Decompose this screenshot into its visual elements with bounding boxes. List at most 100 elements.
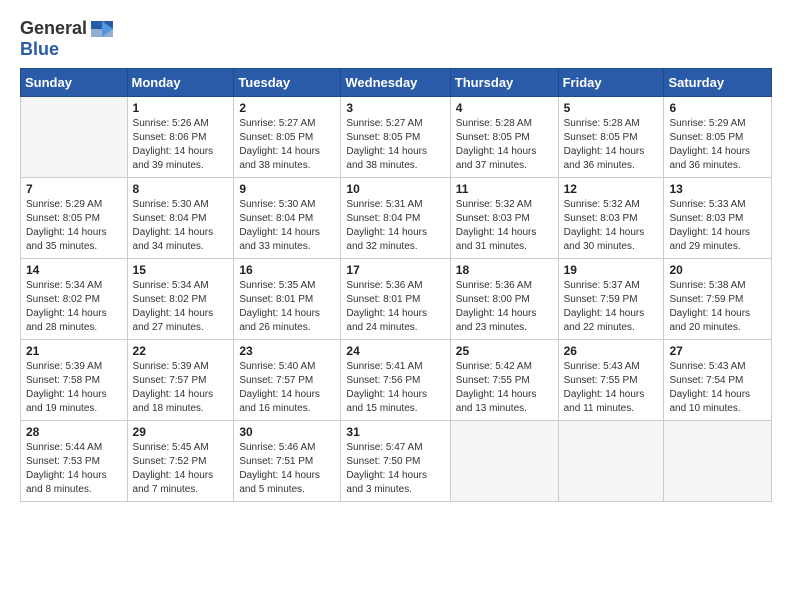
day-number: 13 <box>669 182 766 196</box>
day-number: 7 <box>26 182 122 196</box>
header: General Blue <box>20 18 772 60</box>
calendar-cell: 15 Sunrise: 5:34 AMSunset: 8:02 PMDayligh… <box>127 259 234 340</box>
calendar-cell: 4Sunrise: 5:28 AMSunset: 8:05 PMDaylight… <box>450 97 558 178</box>
day-number: 6 <box>669 101 766 115</box>
calendar-week-row-3: 14 Sunrise: 5:34 AMSunset: 8:02 PMDayligh… <box>21 259 772 340</box>
calendar-header-monday: Monday <box>127 69 234 97</box>
logo-general-text: General <box>20 18 87 39</box>
calendar-week-row-2: 7 Sunrise: 5:29 AMSunset: 8:05 PMDaylight… <box>21 178 772 259</box>
calendar-cell: 8 Sunrise: 5:30 AMSunset: 8:04 PMDaylight… <box>127 178 234 259</box>
calendar-cell: 24 Sunrise: 5:41 AMSunset: 7:56 PMDayligh… <box>341 340 450 421</box>
day-number: 17 <box>346 263 444 277</box>
calendar-cell: 10 Sunrise: 5:31 AMSunset: 8:04 PMDayligh… <box>341 178 450 259</box>
calendar-header-saturday: Saturday <box>664 69 772 97</box>
calendar-header-wednesday: Wednesday <box>341 69 450 97</box>
calendar-cell: 1 Sunrise: 5:26 AMSunset: 8:06 PMDaylight… <box>127 97 234 178</box>
day-info: Sunrise: 5:41 AMSunset: 7:56 PMDaylight:… <box>346 360 444 416</box>
day-number: 24 <box>346 344 444 358</box>
day-info: Sunrise: 5:28 AMSunset: 8:05 PMDaylight:… <box>564 117 659 173</box>
day-info: Sunrise: 5:31 AMSunset: 8:04 PMDaylight:… <box>346 198 444 254</box>
day-info: Sunrise: 5:27 AMSunset: 8:05 PMDaylight:… <box>239 117 335 173</box>
day-number: 5 <box>564 101 659 115</box>
day-info: Sunrise: 5:45 AMSunset: 7:52 PMDaylight:… <box>133 441 229 497</box>
day-info: Sunrise: 5:34 AMSunset: 8:02 PMDaylight:… <box>26 279 122 335</box>
calendar-cell <box>558 421 664 502</box>
calendar-cell: 5 Sunrise: 5:28 AMSunset: 8:05 PMDaylight… <box>558 97 664 178</box>
day-info: Sunrise: 5:36 AMSunset: 8:00 PMDaylight:… <box>456 279 553 335</box>
day-number: 25 <box>456 344 553 358</box>
calendar-header-tuesday: Tuesday <box>234 69 341 97</box>
day-info: Sunrise: 5:38 AMSunset: 7:59 PMDaylight:… <box>669 279 766 335</box>
calendar-cell: 25 Sunrise: 5:42 AMSunset: 7:55 PMDayligh… <box>450 340 558 421</box>
day-info: Sunrise: 5:28 AMSunset: 8:05 PMDaylight:… <box>456 117 553 173</box>
day-info: Sunrise: 5:32 AMSunset: 8:03 PMDaylight:… <box>564 198 659 254</box>
calendar-cell: 13 Sunrise: 5:33 AMSunset: 8:03 PMDayligh… <box>664 178 772 259</box>
calendar-cell: 6 Sunrise: 5:29 AMSunset: 8:05 PMDaylight… <box>664 97 772 178</box>
logo: General Blue <box>20 18 113 60</box>
calendar-cell: 29 Sunrise: 5:45 AMSunset: 7:52 PMDayligh… <box>127 421 234 502</box>
calendar-cell <box>21 97 128 178</box>
calendar-cell: 17 Sunrise: 5:36 AMSunset: 8:01 PMDayligh… <box>341 259 450 340</box>
day-number: 9 <box>239 182 335 196</box>
calendar-cell: 26 Sunrise: 5:43 AMSunset: 7:55 PMDayligh… <box>558 340 664 421</box>
calendar-header-friday: Friday <box>558 69 664 97</box>
day-number: 10 <box>346 182 444 196</box>
day-info: Sunrise: 5:26 AMSunset: 8:06 PMDaylight:… <box>133 117 229 173</box>
calendar-cell: 16 Sunrise: 5:35 AMSunset: 8:01 PMDayligh… <box>234 259 341 340</box>
calendar-cell: 22Sunrise: 5:39 AMSunset: 7:57 PMDayligh… <box>127 340 234 421</box>
day-info: Sunrise: 5:42 AMSunset: 7:55 PMDaylight:… <box>456 360 553 416</box>
calendar-table: SundayMondayTuesdayWednesdayThursdayFrid… <box>20 68 772 502</box>
logo-blue-text: Blue <box>20 39 59 59</box>
calendar-header-thursday: Thursday <box>450 69 558 97</box>
day-info: Sunrise: 5:36 AMSunset: 8:01 PMDaylight:… <box>346 279 444 335</box>
day-info: Sunrise: 5:43 AMSunset: 7:55 PMDaylight:… <box>564 360 659 416</box>
day-number: 14 <box>26 263 122 277</box>
day-info: Sunrise: 5:35 AMSunset: 8:01 PMDaylight:… <box>239 279 335 335</box>
calendar-cell: 23 Sunrise: 5:40 AMSunset: 7:57 PMDayligh… <box>234 340 341 421</box>
day-number: 16 <box>239 263 335 277</box>
calendar-cell: 28Sunrise: 5:44 AMSunset: 7:53 PMDayligh… <box>21 421 128 502</box>
day-number: 29 <box>133 425 229 439</box>
day-info: Sunrise: 5:27 AMSunset: 8:05 PMDaylight:… <box>346 117 444 173</box>
day-number: 21 <box>26 344 122 358</box>
calendar-cell <box>664 421 772 502</box>
logo-flag-icon <box>91 21 113 37</box>
calendar-cell: 7 Sunrise: 5:29 AMSunset: 8:05 PMDaylight… <box>21 178 128 259</box>
day-number: 27 <box>669 344 766 358</box>
day-info: Sunrise: 5:40 AMSunset: 7:57 PMDaylight:… <box>239 360 335 416</box>
day-number: 31 <box>346 425 444 439</box>
day-number: 28 <box>26 425 122 439</box>
day-info: Sunrise: 5:32 AMSunset: 8:03 PMDaylight:… <box>456 198 553 254</box>
calendar-cell: 20 Sunrise: 5:38 AMSunset: 7:59 PMDayligh… <box>664 259 772 340</box>
day-info: Sunrise: 5:39 AMSunset: 7:58 PMDaylight:… <box>26 360 122 416</box>
calendar-cell: 19Sunrise: 5:37 AMSunset: 7:59 PMDayligh… <box>558 259 664 340</box>
day-info: Sunrise: 5:43 AMSunset: 7:54 PMDaylight:… <box>669 360 766 416</box>
day-number: 19 <box>564 263 659 277</box>
calendar-cell: 12 Sunrise: 5:32 AMSunset: 8:03 PMDayligh… <box>558 178 664 259</box>
calendar-cell: 27 Sunrise: 5:43 AMSunset: 7:54 PMDayligh… <box>664 340 772 421</box>
day-number: 2 <box>239 101 335 115</box>
calendar-header-sunday: Sunday <box>21 69 128 97</box>
day-number: 26 <box>564 344 659 358</box>
day-number: 20 <box>669 263 766 277</box>
day-info: Sunrise: 5:47 AMSunset: 7:50 PMDaylight:… <box>346 441 444 497</box>
day-number: 23 <box>239 344 335 358</box>
calendar-cell <box>450 421 558 502</box>
day-info: Sunrise: 5:29 AMSunset: 8:05 PMDaylight:… <box>26 198 122 254</box>
day-number: 12 <box>564 182 659 196</box>
day-info: Sunrise: 5:34 AMSunset: 8:02 PMDaylight:… <box>133 279 229 335</box>
calendar-cell: 30Sunrise: 5:46 AMSunset: 7:51 PMDayligh… <box>234 421 341 502</box>
day-number: 8 <box>133 182 229 196</box>
day-info: Sunrise: 5:30 AMSunset: 8:04 PMDaylight:… <box>133 198 229 254</box>
calendar-week-row-1: 1 Sunrise: 5:26 AMSunset: 8:06 PMDaylight… <box>21 97 772 178</box>
day-number: 15 <box>133 263 229 277</box>
day-info: Sunrise: 5:29 AMSunset: 8:05 PMDaylight:… <box>669 117 766 173</box>
calendar-week-row-5: 28Sunrise: 5:44 AMSunset: 7:53 PMDayligh… <box>21 421 772 502</box>
calendar-cell: 14 Sunrise: 5:34 AMSunset: 8:02 PMDayligh… <box>21 259 128 340</box>
calendar-cell: 9Sunrise: 5:30 AMSunset: 8:04 PMDaylight… <box>234 178 341 259</box>
day-number: 1 <box>133 101 229 115</box>
day-number: 18 <box>456 263 553 277</box>
day-info: Sunrise: 5:33 AMSunset: 8:03 PMDaylight:… <box>669 198 766 254</box>
day-number: 11 <box>456 182 553 196</box>
day-number: 22 <box>133 344 229 358</box>
